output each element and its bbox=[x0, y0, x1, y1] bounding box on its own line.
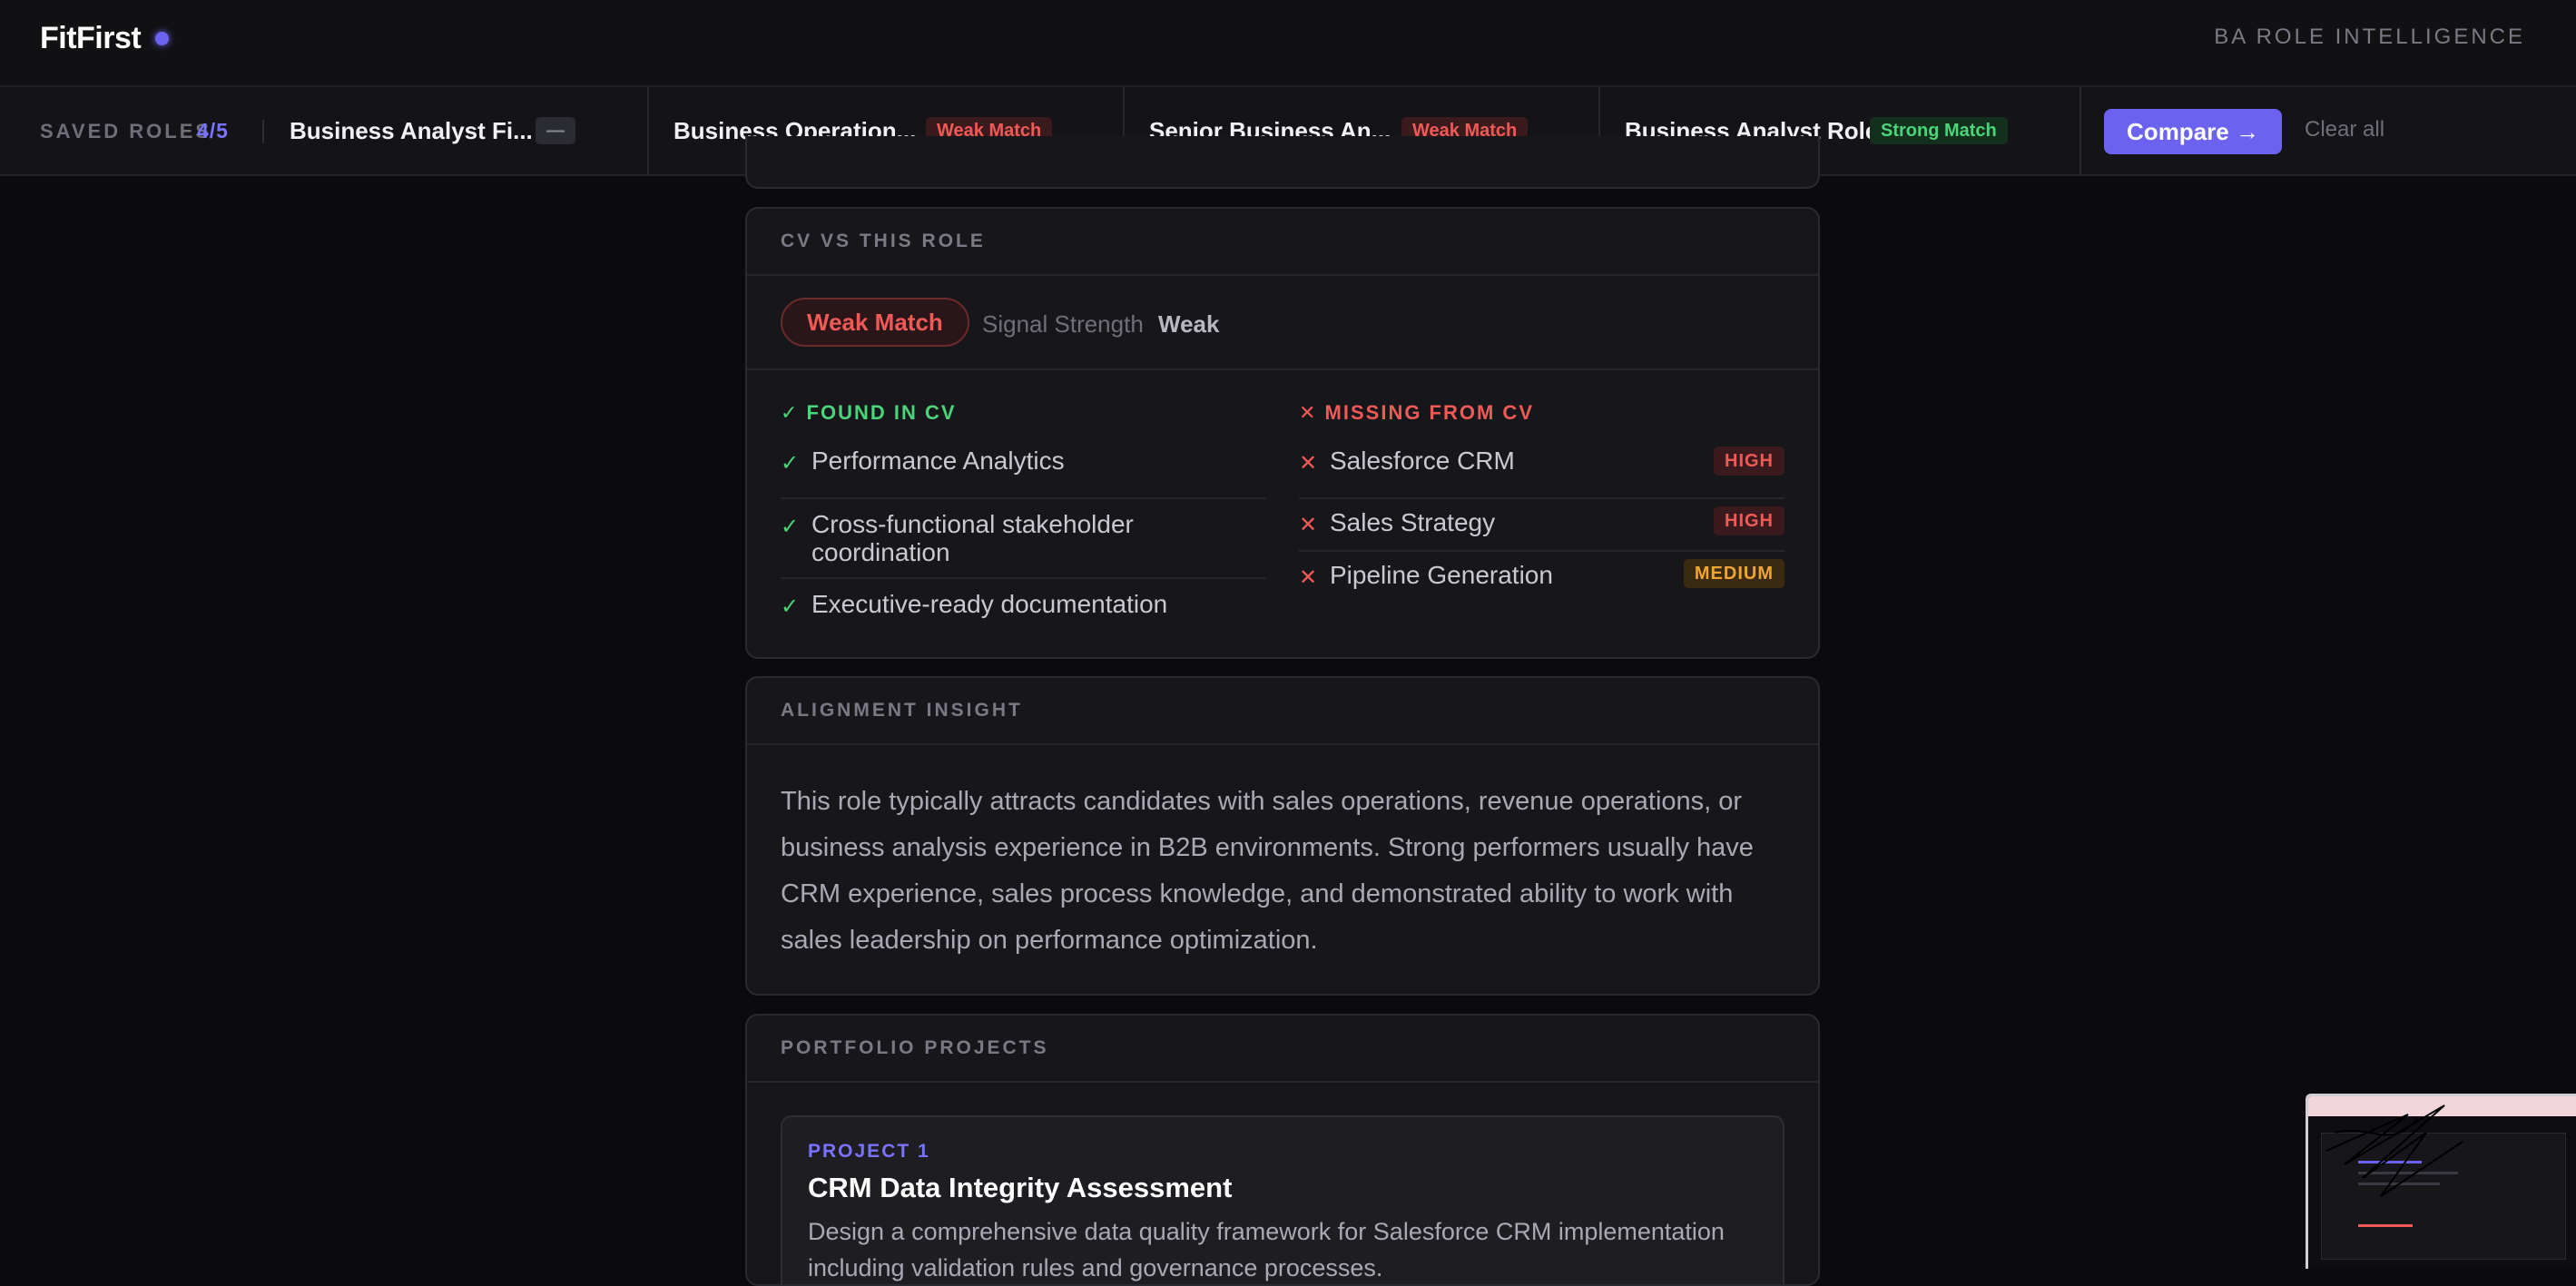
screenshot-thumbnail[interactable] bbox=[2306, 1094, 2576, 1269]
list-item: ✕ Sales Strategy HIGH bbox=[1299, 499, 1785, 552]
skill-name: Pipeline Generation bbox=[1330, 561, 1553, 589]
app-logo[interactable]: FitFirst bbox=[40, 18, 170, 58]
previous-card-edge bbox=[745, 136, 1820, 189]
saved-roles-count: 4/5 bbox=[197, 119, 229, 142]
check-icon: ✓ bbox=[781, 594, 800, 619]
saved-roles-label: SAVED ROLES bbox=[40, 120, 212, 142]
app-tagline: BA ROLE INTELLIGENCE bbox=[2214, 25, 2525, 49]
check-icon: ✓ bbox=[781, 515, 800, 539]
alignment-insight-card: ALIGNMENT INSIGHT This role typically at… bbox=[745, 676, 1820, 996]
role-tab-1[interactable]: Business Analyst Fi... — bbox=[263, 87, 649, 174]
check-icon: ✓ bbox=[781, 451, 800, 476]
cross-icon: ✕ bbox=[1299, 513, 1318, 537]
project-description: Design a comprehensive data quality fram… bbox=[808, 1218, 1725, 1281]
project-card[interactable]: PROJECT 1 CRM Data Integrity Assessment … bbox=[781, 1115, 1785, 1284]
role-tab-badge: — bbox=[536, 117, 575, 144]
card-title: PORTFOLIO PROJECTS bbox=[747, 1016, 1818, 1083]
list-item: ✓ Performance Analytics bbox=[781, 447, 1266, 499]
skill-name: Salesforce CRM bbox=[1330, 447, 1515, 475]
priority-badge: HIGH bbox=[1714, 447, 1785, 476]
app-name: FitFirst bbox=[40, 20, 142, 55]
top-bar: FitFirst BA ROLE INTELLIGENCE bbox=[0, 0, 2576, 87]
cv-vs-role-card: CV VS THIS ROLE Weak Match Signal Streng… bbox=[745, 207, 1820, 659]
match-summary: Weak Match Signal Strength Weak bbox=[747, 276, 1818, 370]
found-in-cv-heading: ✓ FOUND IN CV bbox=[781, 401, 957, 424]
skill-name: Cross-functional stakeholder coordinatio… bbox=[811, 510, 1134, 566]
list-item: ✓ Cross-functional stakeholder coordinat… bbox=[781, 499, 1266, 579]
list-item: ✕ Salesforce CRM HIGH bbox=[1299, 447, 1785, 499]
signal-strength-value: Weak bbox=[1158, 310, 1220, 338]
scribble-annotation bbox=[2325, 1104, 2463, 1197]
priority-badge: MEDIUM bbox=[1683, 559, 1785, 588]
match-status-badge: Weak Match bbox=[781, 298, 969, 347]
skills-comparison: ✓ FOUND IN CV ✕ MISSING FROM CV ✓ Perfor… bbox=[747, 370, 1818, 653]
missing-from-cv-heading: ✕ MISSING FROM CV bbox=[1299, 401, 1534, 424]
signal-strength-label: Signal Strength bbox=[982, 310, 1144, 338]
portfolio-projects-card: PORTFOLIO PROJECTS PROJECT 1 CRM Data In… bbox=[745, 1014, 1820, 1286]
project-number: PROJECT 1 bbox=[808, 1141, 930, 1162]
insight-text: This role typically attracts candidates … bbox=[781, 787, 1754, 955]
logo-dot-icon bbox=[155, 31, 170, 45]
cross-icon: ✕ bbox=[1299, 565, 1318, 590]
card-title: ALIGNMENT INSIGHT bbox=[747, 678, 1818, 745]
priority-badge: HIGH bbox=[1714, 506, 1785, 535]
project-title: CRM Data Integrity Assessment bbox=[808, 1172, 1233, 1203]
list-item: ✕ Pipeline Generation MEDIUM bbox=[1299, 552, 1785, 604]
list-item: ✓ Executive-ready documentation bbox=[781, 590, 1266, 635]
clear-all-button[interactable]: Clear all bbox=[2305, 117, 2384, 142]
role-tab-name: Business Analyst Fi... bbox=[290, 117, 533, 144]
skill-name: Executive-ready documentation bbox=[811, 590, 1168, 618]
skill-name: Performance Analytics bbox=[811, 447, 1065, 475]
skill-name: Sales Strategy bbox=[1330, 508, 1496, 536]
cross-icon: ✕ bbox=[1299, 451, 1318, 476]
compare-button[interactable]: Compare → bbox=[2104, 109, 2282, 154]
card-title: CV VS THIS ROLE bbox=[747, 209, 1818, 276]
role-tab-badge: Strong Match bbox=[1870, 117, 2008, 144]
